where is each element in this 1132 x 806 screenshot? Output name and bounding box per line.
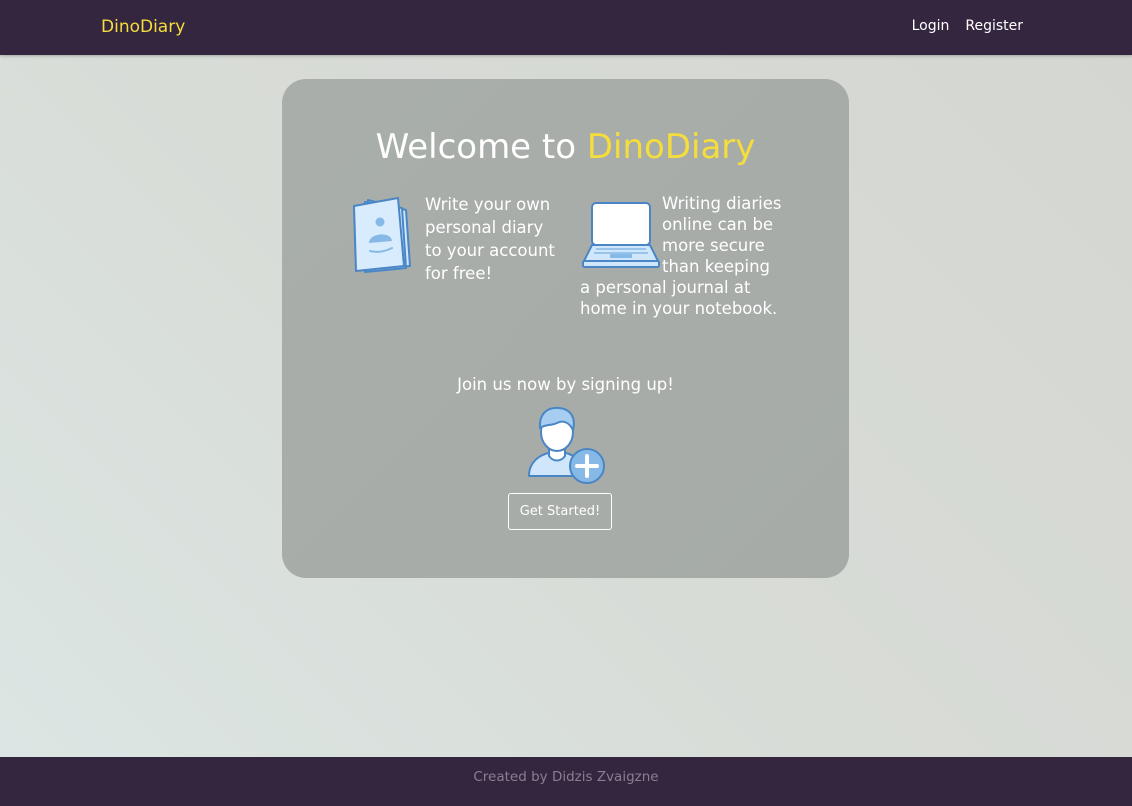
footer: Created by Didzis Zvaigzne (0, 757, 1132, 806)
feature-free-diary-text: Write your own personal diary to your ac… (425, 195, 555, 283)
footer-credit: Created by Didzis Zvaigzne (473, 769, 659, 785)
get-started-button[interactable]: Get Started! (508, 493, 612, 530)
laptop-icon (582, 202, 660, 268)
diary-book-icon (353, 197, 411, 273)
feature-secure: Writing diaries online can be more secur… (580, 193, 785, 319)
welcome-title-prefix: Welcome to (375, 127, 587, 167)
signup-prompt: Join us now by signing up! (457, 375, 674, 394)
add-user-icon (528, 406, 605, 484)
welcome-title-brand: DinoDiary (586, 127, 756, 167)
brand-link[interactable]: DinoDiary (101, 17, 185, 37)
navbar: DinoDiary Login Register (0, 0, 1132, 55)
login-link[interactable]: Login (912, 18, 950, 34)
welcome-title: Welcome to DinoDiary (282, 127, 849, 167)
register-link[interactable]: Register (965, 18, 1023, 34)
welcome-card: Welcome to DinoDiary Write your own pers… (282, 79, 849, 578)
nav-links: Login Register (912, 18, 1023, 34)
